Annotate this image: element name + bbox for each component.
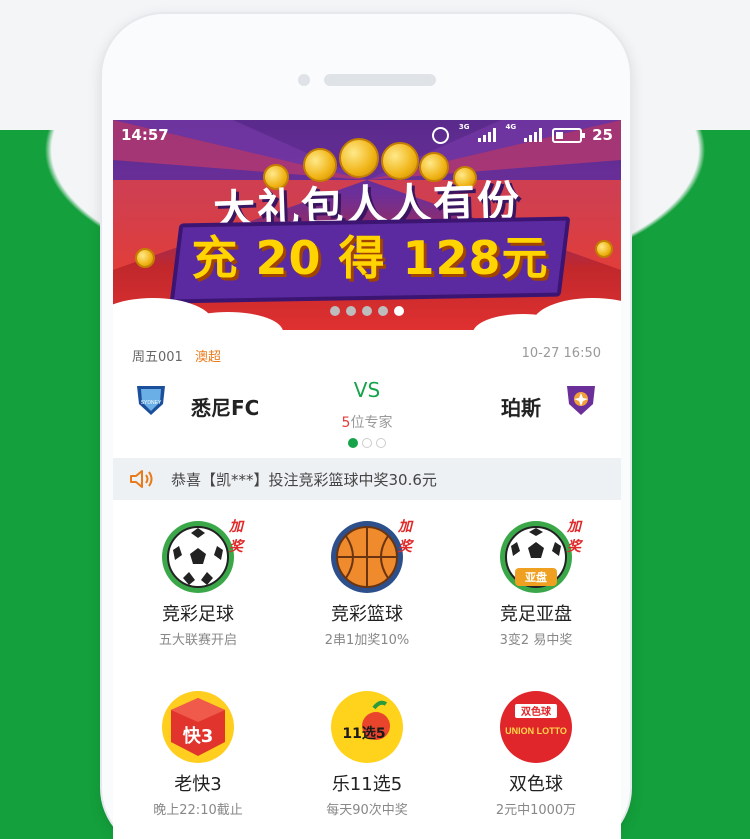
banner-pagination[interactable] [113, 306, 621, 316]
game-name: 竞足亚盘 [500, 604, 572, 625]
match-datetime: 10-27 16:50 [521, 346, 601, 361]
banner-dot[interactable] [378, 306, 388, 316]
winner-notice-bar[interactable]: 恭喜【凯***】投注竞彩篮球中奖30.6元 [113, 458, 621, 500]
game-desc: 2元中1000万 [495, 803, 577, 818]
coin-icon [595, 240, 613, 258]
banner-dot[interactable] [330, 306, 340, 316]
front-camera [298, 74, 310, 86]
game-item-11x5[interactable]: 11选5 乐11选5 每天90次中奖 [282, 690, 452, 818]
vs-label: VS [353, 378, 381, 402]
game-name: 竞彩足球 [162, 604, 234, 625]
expert-count[interactable]: 5位专家 [317, 412, 417, 432]
icon-label: 亚盘 [525, 570, 547, 584]
icon-label-2: UNION LOTTO [505, 726, 567, 736]
game-name: 竞彩篮球 [331, 604, 403, 625]
game-name: 乐11选5 [331, 774, 403, 795]
icon-label: 双色球 [521, 705, 552, 718]
match-dot[interactable] [362, 438, 372, 448]
promo-banner[interactable]: 大礼包人人有份 充 20 得 128元 14:57 3G 4G 25 [113, 120, 621, 330]
game-item-jclq[interactable]: 加奖 竞彩篮球 2串1加奖10% [282, 519, 452, 648]
battery-icon [552, 127, 586, 143]
banner-dot-active[interactable] [394, 306, 404, 316]
coin-icon [135, 248, 155, 268]
union-lotto-icon: 双色球 UNION LOTTO [499, 690, 573, 764]
network-label: 4G [505, 123, 517, 131]
banner-subtitle: 充 20 得 128元 [191, 231, 549, 285]
match-card[interactable]: 周五001 澳超 10-27 16:50 SYDNEY 悉尼FC VS 5位专家… [113, 336, 621, 454]
bonus-badge: 加奖 [398, 519, 412, 555]
icon-label: 快3 [183, 725, 214, 747]
game-item-jzyp[interactable]: 亚盘 加奖 竞足亚盘 3变2 易中奖 [451, 519, 621, 648]
home-team-logo-icon: SYDNEY [137, 386, 165, 415]
home-team-name: 悉尼FC [191, 396, 260, 420]
expert-suffix: 位专家 [350, 415, 393, 431]
bonus-badge: 加奖 [567, 519, 581, 555]
status-time: 14:57 [121, 126, 169, 144]
status-icons: 3G 4G 25 [431, 123, 613, 144]
match-pagination[interactable] [113, 438, 621, 448]
banner-dot[interactable] [346, 306, 356, 316]
game-desc: 2串1加奖10% [324, 633, 410, 648]
game-desc: 3变2 易中奖 [499, 633, 573, 648]
basketball-icon: 加奖 [330, 519, 412, 594]
game-name: 双色球 [509, 774, 563, 795]
alarm-icon [431, 126, 449, 144]
bonus-badge: 加奖 [229, 519, 243, 555]
match-dot-active[interactable] [348, 438, 358, 448]
game-desc: 晚上22:10截止 [153, 803, 243, 818]
status-bar: 14:57 3G 4G 25 [113, 120, 621, 150]
notice-text: 恭喜【凯***】投注竞彩篮球中奖30.6元 [171, 471, 437, 489]
away-team-logo-icon [567, 386, 595, 415]
home-logo-text: SYDNEY [141, 400, 162, 406]
signal-icon [477, 128, 496, 142]
game-desc: 每天90次中奖 [326, 803, 408, 818]
away-team-name: 珀斯 [501, 396, 541, 420]
game-item-lk3[interactable]: 快3 老快3 晚上22:10截止 [113, 690, 283, 818]
asian-handicap-icon: 亚盘 加奖 [499, 519, 581, 594]
speaker-icon [130, 470, 153, 488]
football-icon: 加奖 [161, 519, 243, 594]
app-screen: 大礼包人人有份 充 20 得 128元 14:57 3G 4G 25 周五001… [113, 120, 621, 839]
11x5-icon: 11选5 [330, 690, 404, 764]
battery-level: 25 [592, 126, 613, 144]
match-id: 周五001 [132, 350, 183, 365]
signal-icon [524, 128, 543, 142]
game-item-ssq[interactable]: 双色球 UNION LOTTO 双色球 2元中1000万 [451, 690, 621, 818]
lottery-game-grid: 加奖 竞彩足球 五大联赛开启 加奖 竞彩篮球 2串1加奖10% 亚盘 加奖 竞足… [113, 506, 621, 839]
game-item-jczq[interactable]: 加奖 竞彩足球 五大联赛开启 [113, 519, 283, 648]
banner-dot[interactable] [362, 306, 372, 316]
earpiece [324, 74, 436, 86]
match-league[interactable]: 澳超 [195, 346, 221, 365]
match-dot[interactable] [376, 438, 386, 448]
kuai3-icon: 快3 [161, 690, 235, 764]
game-name: 老快3 [174, 774, 222, 795]
game-desc: 五大联赛开启 [158, 633, 237, 648]
icon-label: 11选5 [342, 725, 385, 742]
network-label: 3G [458, 123, 470, 131]
